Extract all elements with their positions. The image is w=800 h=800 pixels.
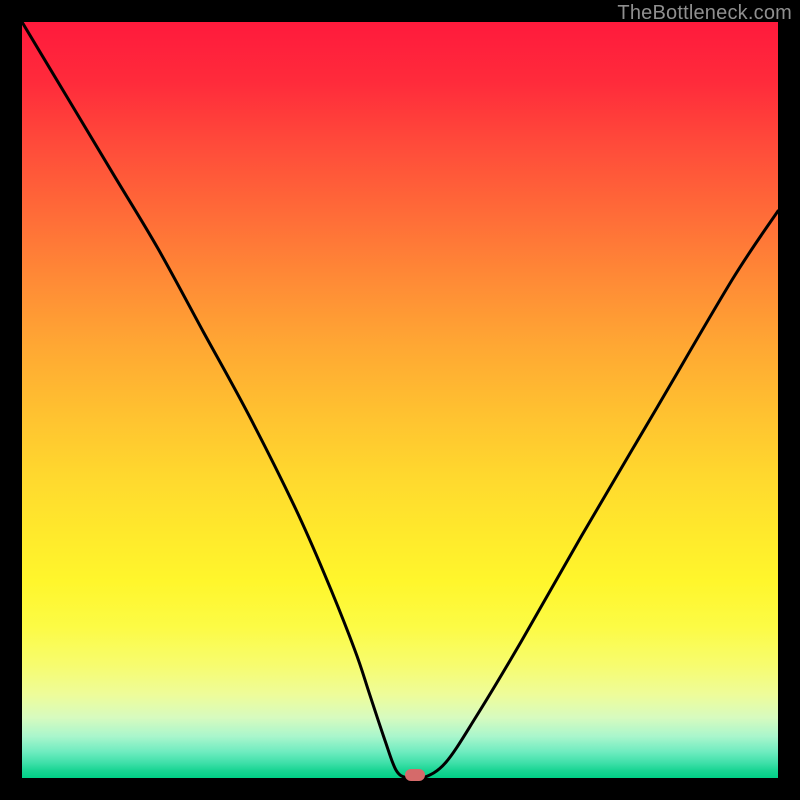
optimal-point-marker bbox=[405, 769, 425, 781]
gradient-plot-area bbox=[22, 22, 778, 778]
bottleneck-curve bbox=[22, 22, 778, 778]
watermark-text: TheBottleneck.com bbox=[617, 2, 792, 25]
chart-frame: TheBottleneck.com bbox=[0, 0, 800, 800]
